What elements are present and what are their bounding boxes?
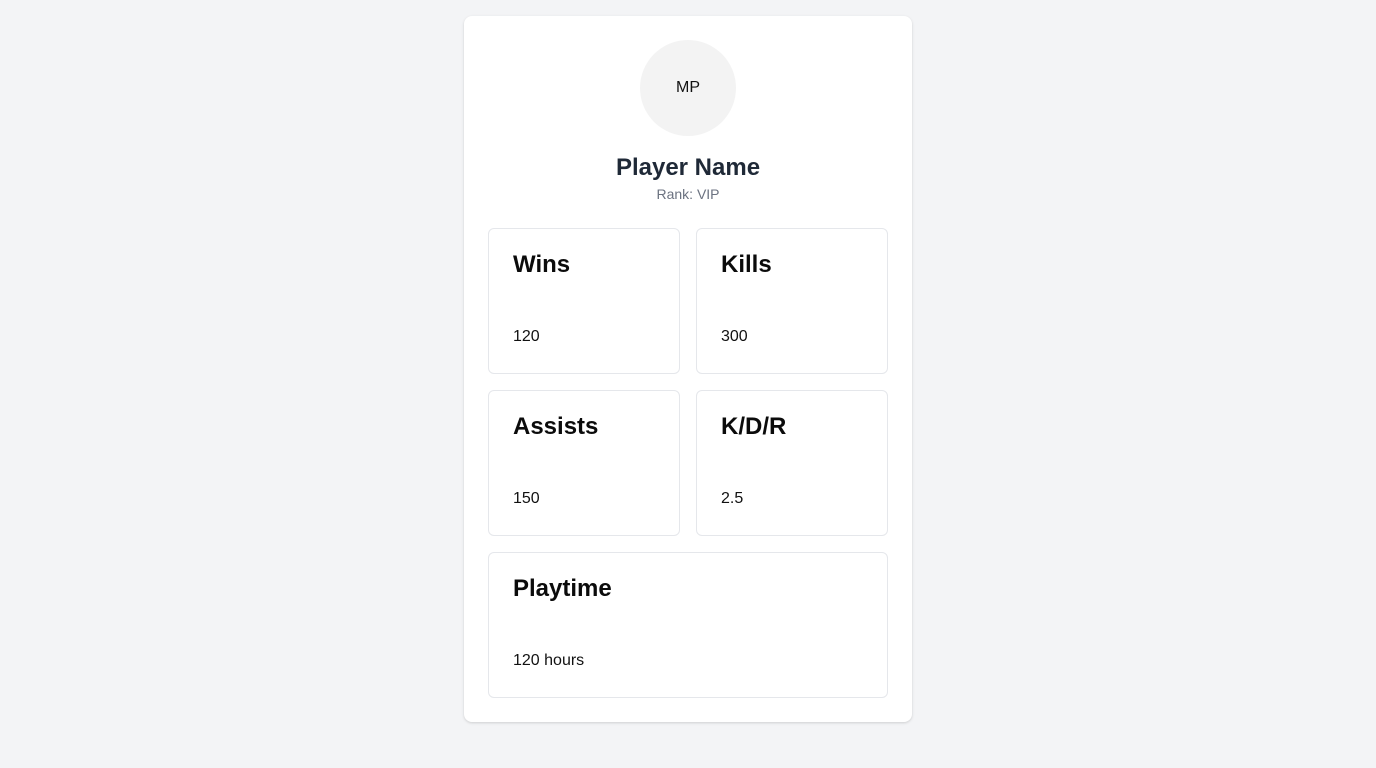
stat-label: Wins [513,251,571,278]
stat-value: 2.5 [721,490,744,507]
stat-card-kdr: K/D/R 2.5 [696,390,888,536]
stat-label: Kills [721,251,772,278]
stat-card-playtime: Playtime 120 hours [488,552,888,698]
stat-value: 300 [721,328,748,345]
stat-value: 120 [513,328,540,345]
player-profile-card: MP Player Name Rank: VIP Wins 120 Kills … [464,16,912,722]
avatar: MP [640,40,736,136]
stat-value: 120 hours [513,652,585,669]
stat-card-wins: Wins 120 [488,228,680,374]
stat-card-assists: Assists 150 [488,390,680,536]
player-rank: Rank: VIP [656,186,720,202]
avatar-initials: MP [676,79,700,96]
stat-label: Assists [513,413,599,440]
stat-value: 150 [513,490,540,507]
stat-label: Playtime [513,575,612,602]
stat-label: K/D/R [721,413,787,440]
player-name: Player Name [615,154,761,181]
stat-card-kills: Kills 300 [696,228,888,374]
